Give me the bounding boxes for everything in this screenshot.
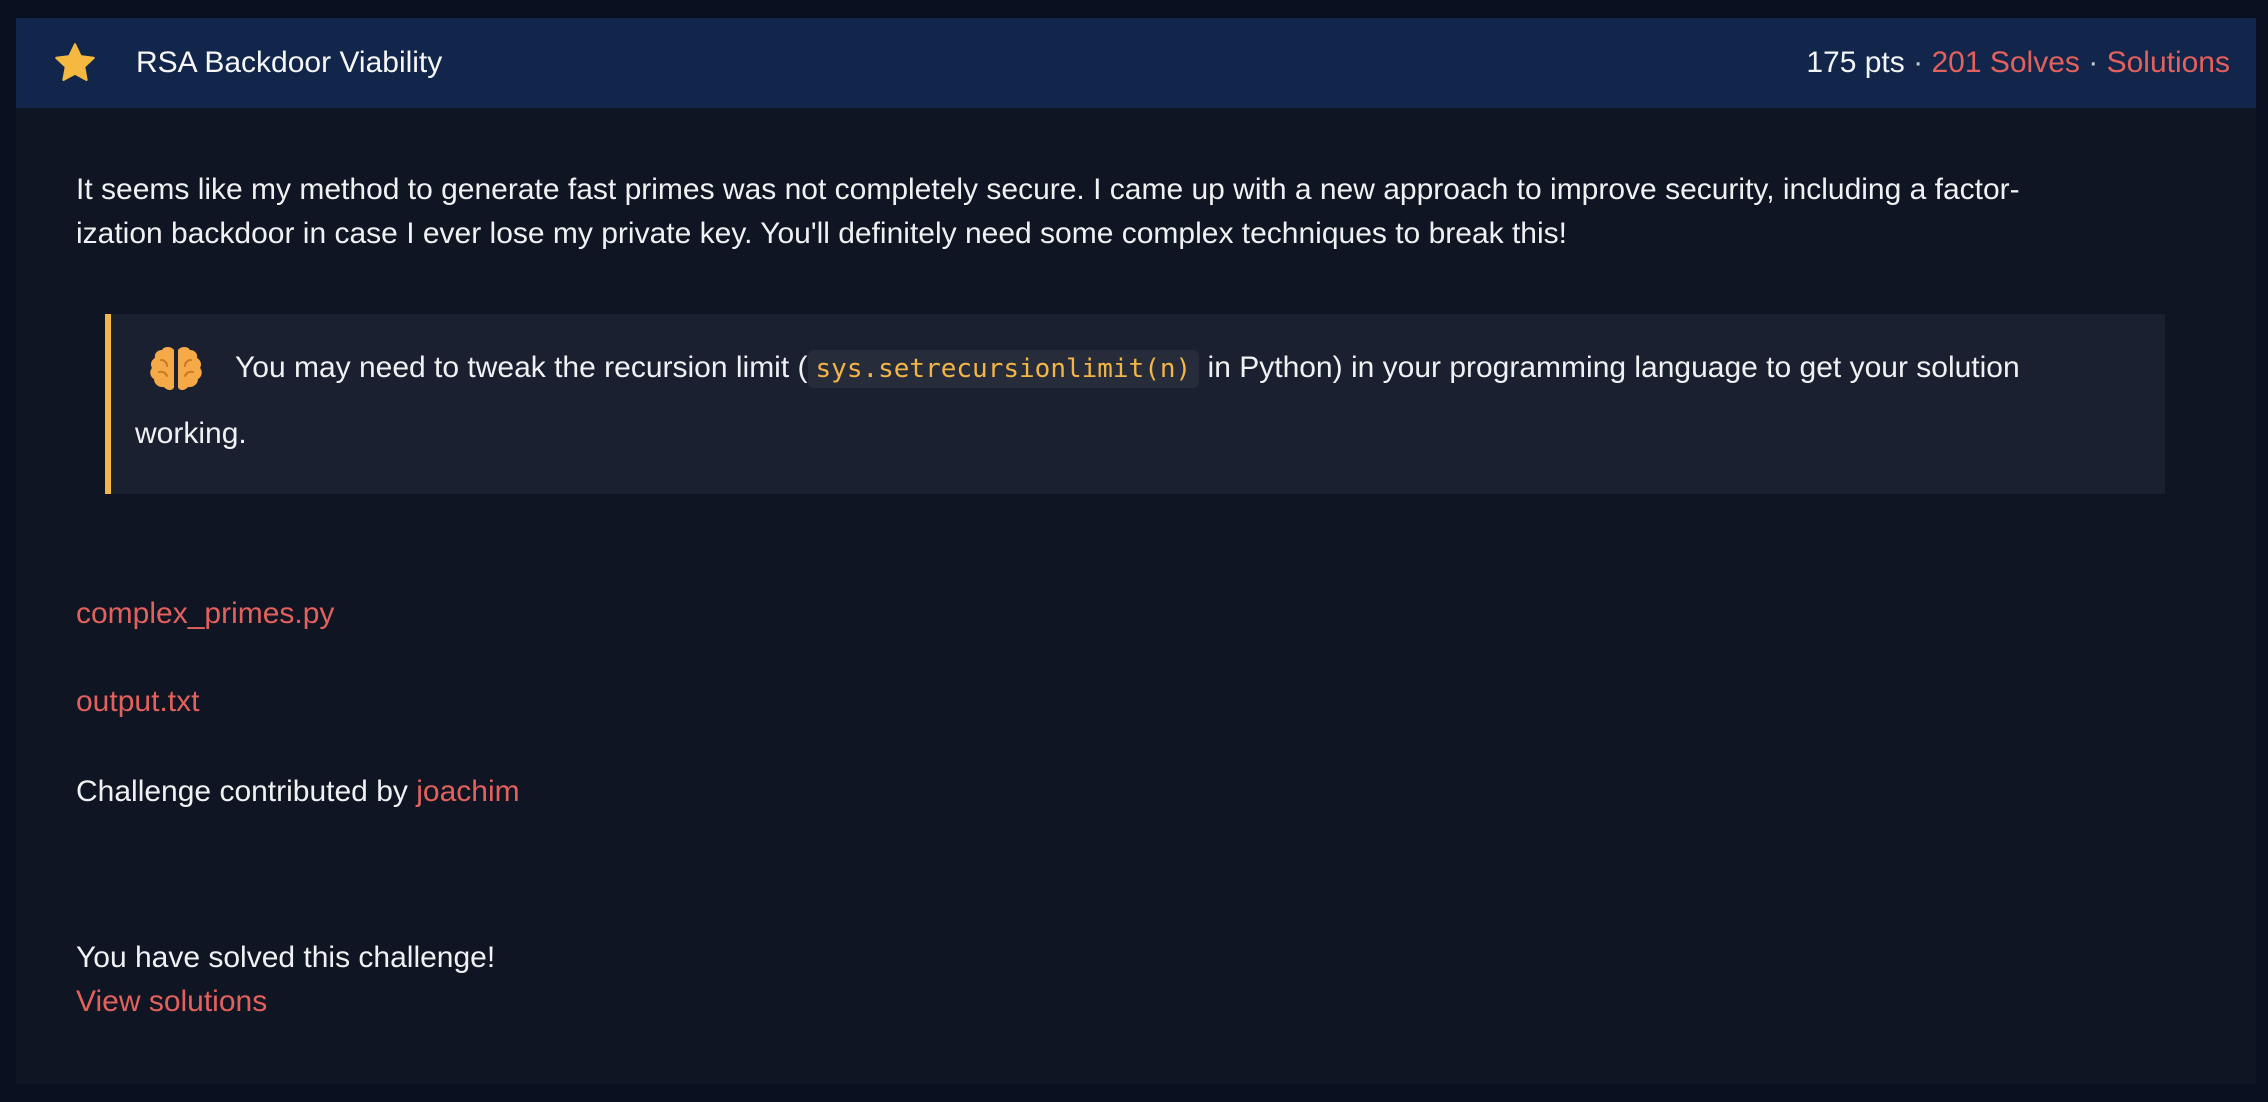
challenge-title: RSA Backdoor Viability <box>136 46 443 79</box>
brain-icon <box>150 347 202 390</box>
tip-text-before: You may need to tweak the recursion limi… <box>235 351 808 384</box>
tip-text-line2: working. <box>135 417 247 450</box>
meta-separator: · <box>1913 46 1924 79</box>
code-snippet: sys.setrecursionlimit(n) <box>807 350 1200 388</box>
points-value: 175 pts <box>1806 46 1905 79</box>
challenge-card: RSA Backdoor Viability 175 pts · 201 Sol… <box>16 18 2256 1084</box>
view-solutions-link[interactable]: View solutions <box>76 985 267 1018</box>
tip-callout: You may need to tweak the recursion limi… <box>105 314 2165 494</box>
file-link-complex-primes[interactable]: complex_primes.py <box>76 594 334 634</box>
star-icon[interactable] <box>52 41 98 85</box>
challenge-description: It seems like my method to generate fast… <box>76 168 2186 256</box>
tip-text: You may need to tweak the recursion limi… <box>235 340 2020 396</box>
contributor-line: Challenge contributed by joachim <box>76 772 520 812</box>
challenge-header: RSA Backdoor Viability 175 pts · 201 Sol… <box>16 18 2256 108</box>
contributor-prefix: Challenge contributed by <box>76 775 417 808</box>
solved-status: You have solved this challenge! View sol… <box>76 936 495 1024</box>
description-line: ization backdoor in case I ever lose my … <box>76 217 1567 250</box>
solved-message: You have solved this challenge! <box>76 941 496 974</box>
file-link-output[interactable]: output.txt <box>76 682 199 722</box>
solutions-link[interactable]: Solutions <box>2107 46 2230 79</box>
description-line: It seems like my method to generate fast… <box>76 173 2020 206</box>
challenge-meta: 175 pts · 201 Solves · Solutions <box>1806 18 2230 108</box>
solves-link[interactable]: 201 Solves <box>1931 46 2079 79</box>
meta-separator: · <box>2088 46 2099 79</box>
tip-text-after: in Python) in your programming language … <box>1199 351 2020 384</box>
contributor-link[interactable]: joachim <box>416 775 519 808</box>
